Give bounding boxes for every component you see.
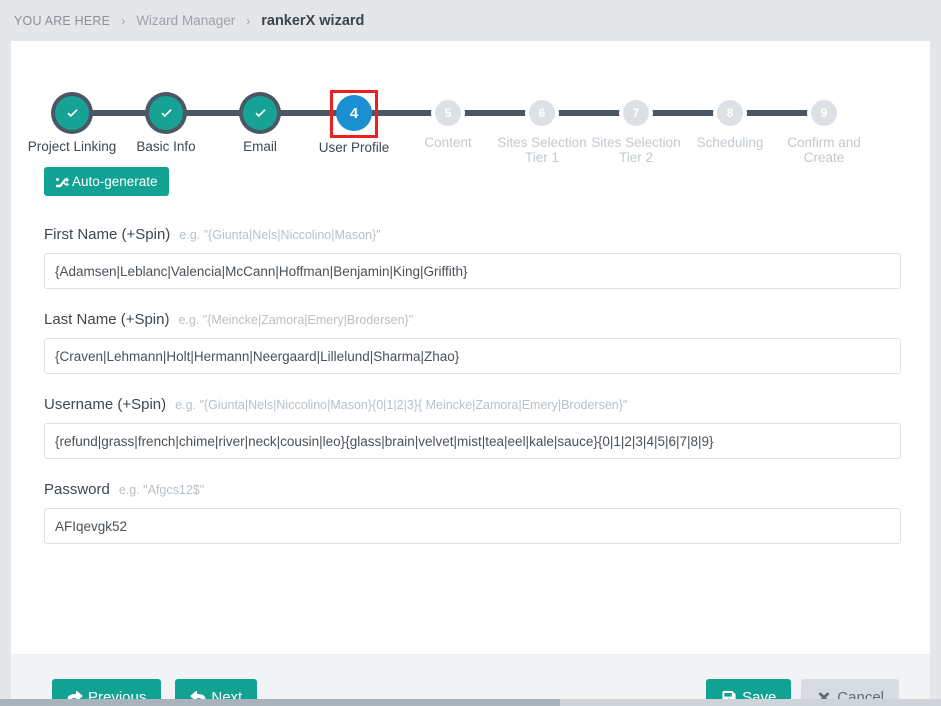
auto-generate-label: Auto-generate	[72, 174, 158, 189]
step-bubble-todo: 7	[623, 100, 649, 126]
field-label-row: Password e.g. "Afgcs12$"	[44, 481, 901, 498]
field-first-name: First Name (+Spin) e.g. "{Giunta|Nels|Ni…	[44, 226, 901, 289]
field-hint: e.g. "{Meincke|Zamora|Emery|Brodersen}"	[178, 313, 414, 327]
field-label-row: Last Name (+Spin) e.g. "{Meincke|Zamora|…	[44, 311, 901, 328]
step-bubble-done	[149, 96, 183, 130]
field-username: Username (+Spin) e.g. "{Giunta|Nels|Nicc…	[44, 396, 901, 459]
card-left-gutter	[0, 41, 11, 701]
breadcrumb-separator-icon: ›	[121, 13, 126, 28]
field-hint: e.g. "{Giunta|Nels|Niccolino|Mason}{0|1|…	[175, 398, 628, 412]
step-bubble-todo: 5	[435, 100, 461, 126]
field-label-row: Username (+Spin) e.g. "{Giunta|Nels|Nicc…	[44, 396, 901, 413]
check-icon	[66, 108, 78, 117]
first-name-input[interactable]	[44, 253, 901, 289]
step-bubble-todo: 9	[811, 100, 837, 126]
user-profile-form: Auto-generate First Name (+Spin) e.g. "{…	[11, 167, 930, 544]
last-name-input[interactable]	[44, 338, 901, 374]
field-label: Password	[44, 481, 110, 498]
step-bubble-done	[243, 96, 277, 130]
step-bubble-todo: 8	[717, 100, 743, 126]
field-label: First Name (+Spin)	[44, 226, 171, 243]
breadcrumb-separator-icon: ›	[246, 13, 251, 28]
step-bubble-todo: 6	[529, 100, 555, 126]
field-label-row: First Name (+Spin) e.g. "{Giunta|Nels|Ni…	[44, 226, 901, 243]
check-icon	[254, 108, 266, 117]
wizard-page: YOU ARE HERE › Wizard Manager › rankerX …	[0, 0, 941, 706]
step-bubble-done	[55, 96, 89, 130]
breadcrumb-link-wizard-manager[interactable]: Wizard Manager	[136, 13, 235, 28]
stepper-step-confirm-and-create[interactable]: 9 Confirm and Create	[769, 57, 879, 165]
breadcrumb-current-page: rankerX wizard	[261, 12, 365, 29]
wizard-stepper: Project Linking Basic Info Email 4 User …	[11, 57, 930, 167]
field-hint: e.g. "Afgcs12$"	[118, 483, 205, 497]
auto-generate-button[interactable]: Auto-generate	[44, 167, 169, 196]
step-bubble-active: 4	[336, 95, 372, 131]
breadcrumb: YOU ARE HERE › Wizard Manager › rankerX …	[0, 0, 941, 41]
field-hint: e.g. "{Giunta|Nels|Niccolino|Mason}"	[179, 228, 381, 242]
field-password: Password e.g. "Afgcs12$"	[44, 481, 901, 544]
wizard-card: Project Linking Basic Info Email 4 User …	[11, 41, 930, 706]
password-input[interactable]	[44, 508, 901, 544]
horizontal-scrollbar-thumb[interactable]	[0, 699, 560, 706]
username-input[interactable]	[44, 423, 901, 459]
field-last-name: Last Name (+Spin) e.g. "{Meincke|Zamora|…	[44, 311, 901, 374]
field-label: Last Name (+Spin)	[44, 311, 170, 328]
horizontal-scrollbar[interactable]	[0, 699, 941, 706]
breadcrumb-prefix: YOU ARE HERE	[14, 13, 111, 28]
check-icon	[160, 108, 172, 117]
random-shuffle-icon	[55, 175, 70, 188]
step-label: Confirm and Create	[787, 135, 861, 165]
field-label: Username (+Spin)	[44, 396, 167, 413]
